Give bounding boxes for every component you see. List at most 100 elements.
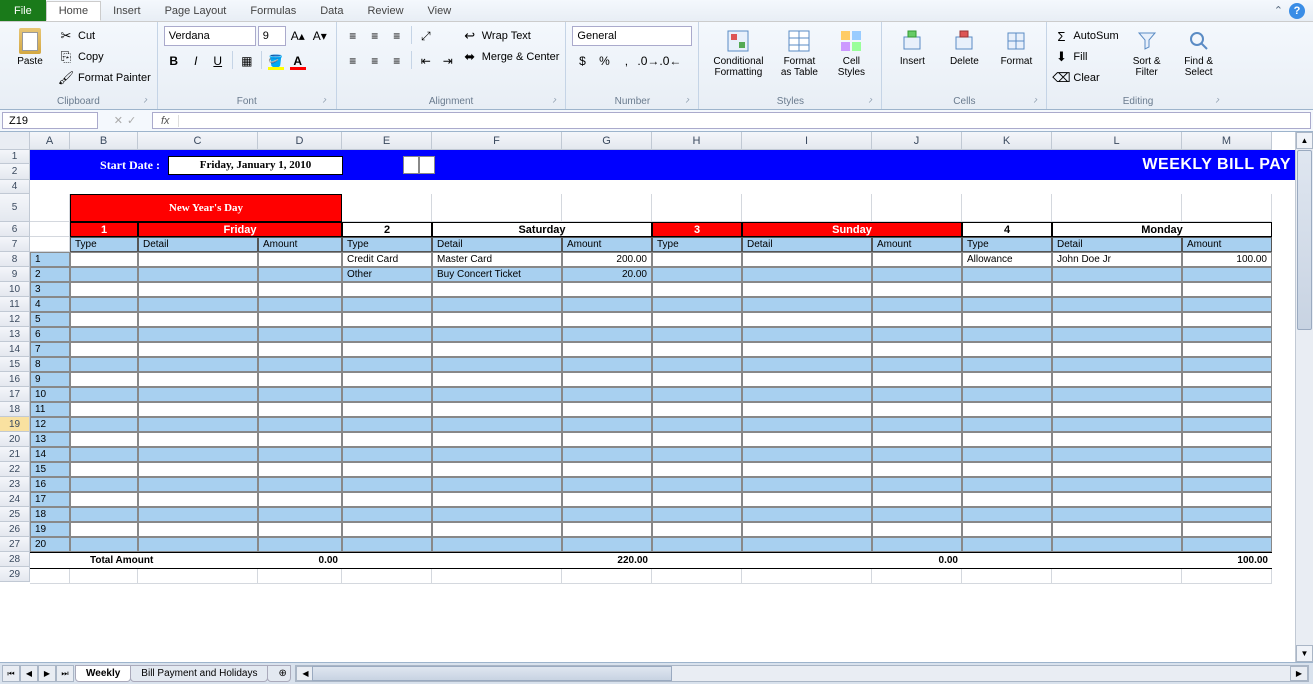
total-label[interactable]: Total Amount	[70, 552, 258, 569]
row-header[interactable]: 29	[0, 567, 30, 582]
cell[interactable]	[872, 194, 962, 222]
row-number[interactable]: 19	[30, 522, 70, 537]
data-amount[interactable]	[1182, 462, 1272, 477]
merge-center-button[interactable]: ⬌Merge & Center	[462, 47, 560, 67]
row-header[interactable]: 17	[0, 387, 30, 402]
cell[interactable]	[30, 237, 70, 252]
sheet-nav-prev[interactable]: ◀	[20, 665, 38, 682]
data-type[interactable]	[70, 477, 138, 492]
data-amount[interactable]	[872, 357, 962, 372]
row-header[interactable]: 25	[0, 507, 30, 522]
align-middle-button[interactable]: ≡	[365, 26, 385, 46]
cell[interactable]	[962, 552, 1052, 569]
cell[interactable]	[652, 194, 742, 222]
column-header[interactable]: B	[70, 132, 138, 150]
row-header[interactable]: 1	[0, 150, 30, 164]
row-header[interactable]: 7	[0, 237, 30, 252]
data-type[interactable]	[70, 522, 138, 537]
cell[interactable]	[562, 569, 652, 584]
data-type[interactable]	[962, 312, 1052, 327]
data-type[interactable]	[342, 522, 432, 537]
row-header[interactable]: 4	[0, 180, 30, 194]
data-amount[interactable]	[1182, 432, 1272, 447]
data-amount[interactable]	[872, 312, 962, 327]
data-detail[interactable]	[742, 447, 872, 462]
data-type[interactable]	[342, 312, 432, 327]
row-header[interactable]: 2	[0, 164, 30, 180]
data-amount[interactable]	[872, 447, 962, 462]
data-type[interactable]	[652, 417, 742, 432]
row-number[interactable]: 14	[30, 447, 70, 462]
data-type[interactable]	[342, 327, 432, 342]
data-amount[interactable]	[562, 447, 652, 462]
data-amount[interactable]	[562, 507, 652, 522]
data-detail[interactable]	[1052, 462, 1182, 477]
column-header[interactable]: F	[432, 132, 562, 150]
col-amount[interactable]: Amount	[562, 237, 652, 252]
data-detail[interactable]	[138, 432, 258, 447]
data-type[interactable]	[962, 537, 1052, 552]
row-header[interactable]: 6	[0, 222, 30, 237]
row-header[interactable]: 10	[0, 282, 30, 297]
col-amount[interactable]: Amount	[872, 237, 962, 252]
increase-indent-button[interactable]: ⇥	[438, 51, 458, 71]
data-amount[interactable]	[872, 477, 962, 492]
data-type[interactable]	[342, 402, 432, 417]
data-detail[interactable]	[138, 507, 258, 522]
data-amount[interactable]	[258, 297, 342, 312]
cell[interactable]	[30, 569, 70, 584]
data-type[interactable]	[70, 267, 138, 282]
data-detail[interactable]	[1052, 402, 1182, 417]
bold-button[interactable]: B	[164, 51, 184, 71]
comma-button[interactable]: ,	[616, 51, 636, 71]
fill-color-button[interactable]: 🪣	[266, 51, 286, 71]
data-type[interactable]	[652, 387, 742, 402]
day-number[interactable]: 3	[652, 222, 742, 237]
data-detail[interactable]	[1052, 312, 1182, 327]
data-amount[interactable]	[872, 432, 962, 447]
tab-insert[interactable]: Insert	[101, 2, 153, 20]
data-type[interactable]	[652, 267, 742, 282]
data-detail[interactable]	[432, 357, 562, 372]
data-type[interactable]	[70, 342, 138, 357]
column-header[interactable]: C	[138, 132, 258, 150]
data-type[interactable]	[652, 327, 742, 342]
data-type[interactable]: Credit Card	[342, 252, 432, 267]
format-cells-button[interactable]: Format	[992, 26, 1040, 69]
data-detail[interactable]	[1052, 492, 1182, 507]
data-type[interactable]	[342, 462, 432, 477]
data-type[interactable]	[70, 282, 138, 297]
tab-home[interactable]: Home	[46, 1, 101, 21]
data-detail[interactable]	[432, 312, 562, 327]
data-type[interactable]	[962, 372, 1052, 387]
cell[interactable]	[872, 569, 962, 584]
data-detail[interactable]	[432, 522, 562, 537]
next-week-button[interactable]: ▶	[419, 156, 435, 174]
data-detail[interactable]	[432, 477, 562, 492]
decrease-decimal-button[interactable]: .0←	[660, 51, 680, 71]
data-type[interactable]	[652, 312, 742, 327]
data-detail[interactable]	[138, 357, 258, 372]
data-type[interactable]	[652, 402, 742, 417]
data-type[interactable]	[652, 492, 742, 507]
enter-formula-icon[interactable]: ✓	[127, 114, 136, 127]
fx-icon[interactable]: fx	[153, 115, 179, 127]
data-detail[interactable]	[138, 537, 258, 552]
data-type[interactable]	[652, 477, 742, 492]
autosum-button[interactable]: ΣAutoSum	[1053, 26, 1118, 46]
data-type[interactable]	[342, 372, 432, 387]
data-detail[interactable]	[138, 312, 258, 327]
data-amount[interactable]	[258, 492, 342, 507]
border-button[interactable]: ▦	[237, 51, 257, 71]
row-number[interactable]: 2	[30, 267, 70, 282]
data-detail[interactable]	[432, 507, 562, 522]
data-type[interactable]	[342, 432, 432, 447]
data-type[interactable]	[652, 507, 742, 522]
day-name[interactable]: Monday	[1052, 222, 1272, 237]
data-amount[interactable]	[1182, 492, 1272, 507]
scroll-right-icon[interactable]: ▶	[1290, 666, 1308, 681]
column-header[interactable]: E	[342, 132, 432, 150]
cell[interactable]	[342, 194, 432, 222]
col-type[interactable]: Type	[652, 237, 742, 252]
data-amount[interactable]	[562, 402, 652, 417]
